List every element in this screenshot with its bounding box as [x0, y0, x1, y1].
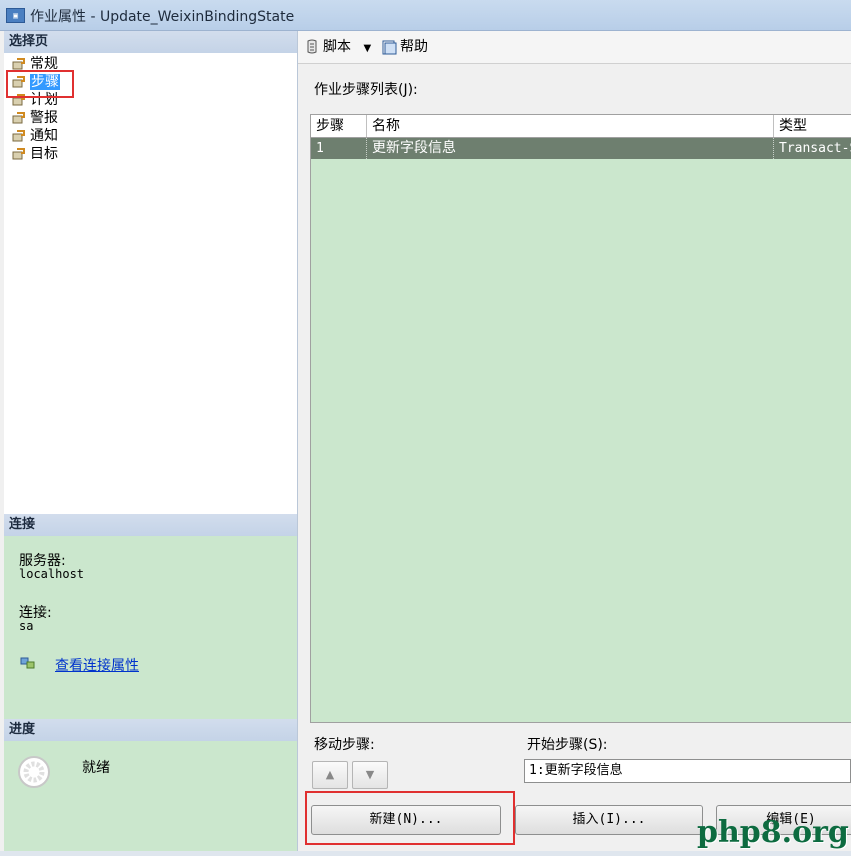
- move-step-up-button[interactable]: ▲: [312, 761, 348, 789]
- dialog-icon: ▣: [6, 8, 25, 23]
- script-icon: [307, 39, 317, 54]
- column-header-type[interactable]: 类型: [774, 115, 851, 137]
- window-title-bar: ▣ 作业属性 - Update_WeixinBindingState: [0, 0, 851, 31]
- server-properties-icon: [20, 657, 35, 669]
- chevron-down-icon: ▼: [363, 43, 372, 54]
- wrench-icon: [12, 130, 25, 142]
- start-step-select[interactable]: 1:更新字段信息: [524, 759, 851, 783]
- progress-status: 就绪: [82, 760, 110, 776]
- wrench-icon: [12, 148, 25, 160]
- wrench-icon: [12, 112, 25, 124]
- cell-type: Transact-SQL: [779, 141, 851, 156]
- progress-spinner-icon: [18, 756, 50, 788]
- server-value: localhost: [19, 567, 85, 581]
- nav-item-label: 通知: [30, 128, 58, 144]
- nav-item-notifications[interactable]: 通知: [10, 127, 60, 145]
- script-button[interactable]: 脚本 ▼: [306, 38, 371, 56]
- help-icon: [382, 40, 397, 54]
- help-label: 帮助: [400, 39, 428, 55]
- left-pane: 选择页 常规 步骤 计划 警报 通知 目标 连接 服务器: localhost …: [4, 31, 298, 851]
- progress-header: 进度: [4, 719, 297, 741]
- cell-name: 更新字段信息: [367, 138, 774, 159]
- connection-header: 连接: [4, 514, 297, 536]
- nav-item-targets[interactable]: 目标: [10, 145, 60, 163]
- connection-value: sa: [19, 619, 34, 633]
- connection-panel: 服务器: localhost 连接: sa 查看连接属性: [4, 536, 297, 719]
- progress-panel: 就绪: [4, 741, 297, 851]
- select-page-header: 选择页: [4, 31, 297, 53]
- nav-item-label: 警报: [30, 110, 58, 126]
- table-row[interactable]: 1 更新字段信息 Transact-SQL: [311, 138, 851, 159]
- window-bottom-edge: [0, 851, 851, 856]
- column-header-step[interactable]: 步骤: [311, 115, 367, 137]
- arrow-up-icon: ▲: [325, 768, 335, 781]
- new-button-highlight-box: [305, 791, 515, 845]
- window-title: 作业属性 - Update_WeixinBindingState: [30, 9, 295, 25]
- help-button[interactable]: 帮助: [382, 38, 428, 56]
- grid-header: 步骤 名称 类型: [311, 115, 851, 138]
- move-step-down-button[interactable]: ▼: [352, 761, 388, 789]
- nav-item-alerts[interactable]: 警报: [10, 109, 60, 127]
- insert-step-button[interactable]: 插入(I)...: [515, 805, 703, 835]
- watermark-text: php8.org: [697, 815, 849, 850]
- right-pane: 脚本 ▼ 帮助 作业步骤列表(J): 步骤 名称 类型 1 更新字段信息 Tra…: [298, 31, 851, 851]
- column-header-name[interactable]: 名称: [367, 115, 774, 137]
- cell-step: 1: [311, 138, 367, 159]
- script-label: 脚本: [323, 39, 351, 55]
- toolbar: 脚本 ▼ 帮助: [298, 31, 851, 64]
- nav-item-label: 目标: [30, 146, 58, 162]
- job-steps-grid[interactable]: 步骤 名称 类型 1 更新字段信息 Transact-SQL: [310, 114, 851, 723]
- start-step-label: 开始步骤(S):: [527, 737, 608, 753]
- arrow-down-icon: ▼: [365, 768, 375, 781]
- step-list-label: 作业步骤列表(J):: [314, 82, 418, 98]
- selection-highlight-box: [6, 70, 74, 98]
- wrench-icon: [12, 58, 25, 70]
- move-step-label: 移动步骤:: [314, 737, 375, 753]
- view-connection-properties-link[interactable]: 查看连接属性: [55, 655, 139, 675]
